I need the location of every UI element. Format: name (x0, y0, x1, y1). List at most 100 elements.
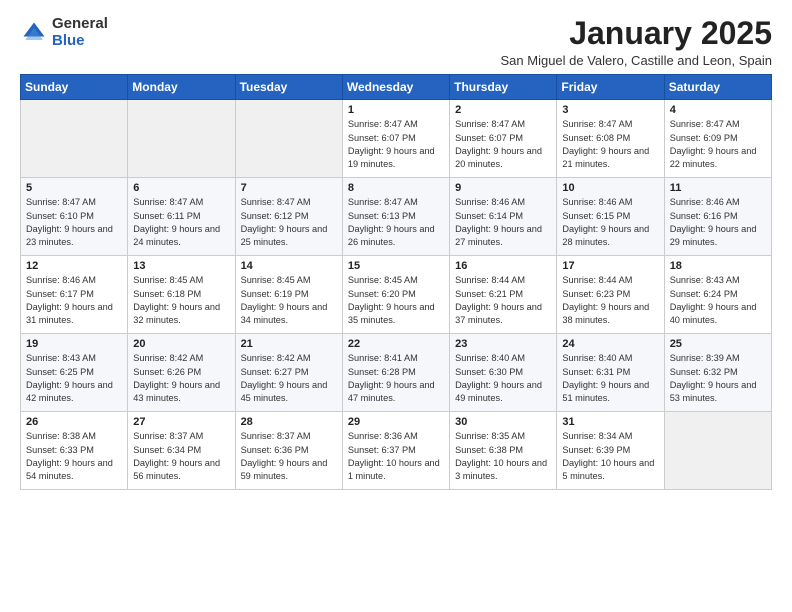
day-info: Sunrise: 8:43 AMSunset: 6:25 PMDaylight:… (26, 352, 122, 405)
day-info: Sunrise: 8:35 AMSunset: 6:38 PMDaylight:… (455, 430, 551, 483)
day-number: 10 (562, 182, 658, 194)
col-header-sunday: Sunday (21, 75, 128, 100)
day-info: Sunrise: 8:40 AMSunset: 6:31 PMDaylight:… (562, 352, 658, 405)
day-number: 17 (562, 260, 658, 272)
day-number: 14 (241, 260, 337, 272)
day-cell: 29 Sunrise: 8:36 AMSunset: 6:37 PMDayligh… (342, 412, 449, 490)
week-row-0: 1 Sunrise: 8:47 AMSunset: 6:07 PMDaylight… (21, 100, 772, 178)
day-number: 15 (348, 260, 444, 272)
day-info: Sunrise: 8:46 AMSunset: 6:14 PMDaylight:… (455, 196, 551, 249)
day-number: 1 (348, 104, 444, 116)
day-cell: 24Sunrise: 8:40 AMSunset: 6:31 PMDayligh… (557, 334, 664, 412)
day-cell: 12 Sunrise: 8:46 AMSunset: 6:17 PMDayligh… (21, 256, 128, 334)
day-cell (21, 100, 128, 178)
day-info: Sunrise: 8:44 AMSunset: 6:21 PMDaylight:… (455, 274, 551, 327)
day-number: 9 (455, 182, 551, 194)
day-cell: 25 Sunrise: 8:39 AMSunset: 6:32 PMDayligh… (664, 334, 771, 412)
day-info: Sunrise: 8:43 AMSunset: 6:24 PMDaylight:… (670, 274, 766, 327)
day-info: Sunrise: 8:47 AMSunset: 6:08 PMDaylight:… (562, 118, 658, 171)
day-info: Sunrise: 8:47 AMSunset: 6:07 PMDaylight:… (348, 118, 444, 171)
day-info: Sunrise: 8:46 AMSunset: 6:16 PMDaylight:… (670, 196, 766, 249)
logo-blue: Blue (52, 33, 108, 50)
col-header-tuesday: Tuesday (235, 75, 342, 100)
day-info: Sunrise: 8:34 AMSunset: 6:39 PMDaylight:… (562, 430, 658, 483)
day-info: Sunrise: 8:45 AMSunset: 6:18 PMDaylight:… (133, 274, 229, 327)
day-cell: 9 Sunrise: 8:46 AMSunset: 6:14 PMDaylight… (450, 178, 557, 256)
day-cell: 13 Sunrise: 8:45 AMSunset: 6:18 PMDayligh… (128, 256, 235, 334)
day-info: Sunrise: 8:41 AMSunset: 6:28 PMDaylight:… (348, 352, 444, 405)
day-number: 28 (241, 416, 337, 428)
day-number: 16 (455, 260, 551, 272)
day-cell: 18 Sunrise: 8:43 AMSunset: 6:24 PMDayligh… (664, 256, 771, 334)
title-block: January 2025 San Miguel de Valero, Casti… (501, 16, 773, 68)
day-info: Sunrise: 8:42 AMSunset: 6:26 PMDaylight:… (133, 352, 229, 405)
day-number: 4 (670, 104, 766, 116)
day-cell: 16 Sunrise: 8:44 AMSunset: 6:21 PMDayligh… (450, 256, 557, 334)
day-info: Sunrise: 8:36 AMSunset: 6:37 PMDaylight:… (348, 430, 444, 483)
day-number: 5 (26, 182, 122, 194)
day-number: 26 (26, 416, 122, 428)
week-row-1: 5Sunrise: 8:47 AMSunset: 6:10 PMDaylight… (21, 178, 772, 256)
day-info: Sunrise: 8:40 AMSunset: 6:30 PMDaylight:… (455, 352, 551, 405)
day-number: 8 (348, 182, 444, 194)
calendar-table: SundayMondayTuesdayWednesdayThursdayFrid… (20, 74, 772, 490)
day-number: 22 (348, 338, 444, 350)
day-cell: 19 Sunrise: 8:43 AMSunset: 6:25 PMDayligh… (21, 334, 128, 412)
day-cell: 15 Sunrise: 8:45 AMSunset: 6:20 PMDayligh… (342, 256, 449, 334)
day-cell: 3 Sunrise: 8:47 AMSunset: 6:08 PMDaylight… (557, 100, 664, 178)
col-header-thursday: Thursday (450, 75, 557, 100)
day-number: 2 (455, 104, 551, 116)
week-row-4: 26Sunrise: 8:38 AMSunset: 6:33 PMDayligh… (21, 412, 772, 490)
day-cell: 17 Sunrise: 8:44 AMSunset: 6:23 PMDayligh… (557, 256, 664, 334)
day-number: 12 (26, 260, 122, 272)
month-title: January 2025 (501, 16, 773, 51)
page: General Blue January 2025 San Miguel de … (0, 0, 792, 500)
subtitle: San Miguel de Valero, Castille and Leon,… (501, 53, 773, 68)
day-info: Sunrise: 8:42 AMSunset: 6:27 PMDaylight:… (241, 352, 337, 405)
day-info: Sunrise: 8:45 AMSunset: 6:19 PMDaylight:… (241, 274, 337, 327)
col-header-saturday: Saturday (664, 75, 771, 100)
day-info: Sunrise: 8:39 AMSunset: 6:32 PMDaylight:… (670, 352, 766, 405)
day-info: Sunrise: 8:47 AMSunset: 6:09 PMDaylight:… (670, 118, 766, 171)
day-cell: 11 Sunrise: 8:46 AMSunset: 6:16 PMDayligh… (664, 178, 771, 256)
day-info: Sunrise: 8:46 AMSunset: 6:15 PMDaylight:… (562, 196, 658, 249)
header-row: SundayMondayTuesdayWednesdayThursdayFrid… (21, 75, 772, 100)
day-info: Sunrise: 8:47 AMSunset: 6:11 PMDaylight:… (133, 196, 229, 249)
day-number: 29 (348, 416, 444, 428)
day-info: Sunrise: 8:37 AMSunset: 6:36 PMDaylight:… (241, 430, 337, 483)
day-number: 25 (670, 338, 766, 350)
day-number: 11 (670, 182, 766, 194)
col-header-wednesday: Wednesday (342, 75, 449, 100)
logo-text: General Blue (52, 16, 108, 49)
day-number: 13 (133, 260, 229, 272)
day-number: 19 (26, 338, 122, 350)
logo-general: General (52, 16, 108, 33)
day-info: Sunrise: 8:45 AMSunset: 6:20 PMDaylight:… (348, 274, 444, 327)
day-cell: 26Sunrise: 8:38 AMSunset: 6:33 PMDayligh… (21, 412, 128, 490)
day-cell: 6 Sunrise: 8:47 AMSunset: 6:11 PMDaylight… (128, 178, 235, 256)
day-cell: 28 Sunrise: 8:37 AMSunset: 6:36 PMDayligh… (235, 412, 342, 490)
day-cell (664, 412, 771, 490)
day-number: 6 (133, 182, 229, 194)
day-number: 7 (241, 182, 337, 194)
week-row-3: 19 Sunrise: 8:43 AMSunset: 6:25 PMDayligh… (21, 334, 772, 412)
day-cell: 8Sunrise: 8:47 AMSunset: 6:13 PMDaylight… (342, 178, 449, 256)
day-cell: 22 Sunrise: 8:41 AMSunset: 6:28 PMDayligh… (342, 334, 449, 412)
day-cell: 1 Sunrise: 8:47 AMSunset: 6:07 PMDaylight… (342, 100, 449, 178)
day-number: 3 (562, 104, 658, 116)
day-cell (128, 100, 235, 178)
week-row-2: 12 Sunrise: 8:46 AMSunset: 6:17 PMDayligh… (21, 256, 772, 334)
day-info: Sunrise: 8:44 AMSunset: 6:23 PMDaylight:… (562, 274, 658, 327)
day-cell: 2Sunrise: 8:47 AMSunset: 6:07 PMDaylight… (450, 100, 557, 178)
logo: General Blue (20, 16, 108, 49)
day-cell: 10 Sunrise: 8:46 AMSunset: 6:15 PMDayligh… (557, 178, 664, 256)
col-header-friday: Friday (557, 75, 664, 100)
day-cell: 20Sunrise: 8:42 AMSunset: 6:26 PMDayligh… (128, 334, 235, 412)
logo-icon (20, 19, 48, 47)
day-info: Sunrise: 8:46 AMSunset: 6:17 PMDaylight:… (26, 274, 122, 327)
day-number: 21 (241, 338, 337, 350)
day-info: Sunrise: 8:47 AMSunset: 6:12 PMDaylight:… (241, 196, 337, 249)
day-cell: 23Sunrise: 8:40 AMSunset: 6:30 PMDayligh… (450, 334, 557, 412)
day-number: 18 (670, 260, 766, 272)
day-number: 30 (455, 416, 551, 428)
